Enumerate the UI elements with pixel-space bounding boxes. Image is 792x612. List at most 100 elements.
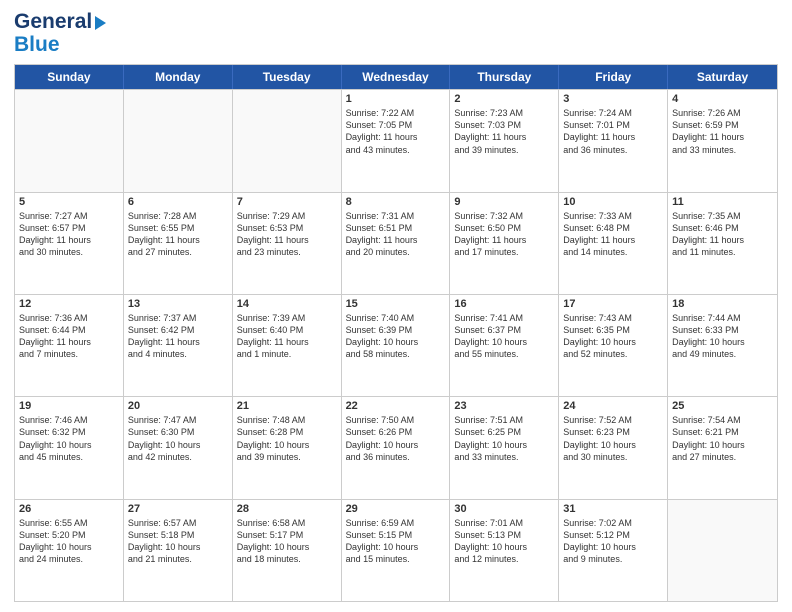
calendar-day-15: 15Sunrise: 7:40 AMSunset: 6:39 PMDayligh… — [342, 295, 451, 396]
day-info-line: and 45 minutes. — [19, 451, 119, 463]
calendar-day-empty — [124, 90, 233, 191]
day-info-line: Daylight: 10 hours — [672, 439, 773, 451]
day-info-line: and 58 minutes. — [346, 348, 446, 360]
day-info-line: Sunrise: 7:54 AM — [672, 414, 773, 426]
calendar-day-2: 2Sunrise: 7:23 AMSunset: 7:03 PMDaylight… — [450, 90, 559, 191]
day-number: 16 — [454, 298, 554, 310]
calendar-header-saturday: Saturday — [668, 65, 777, 89]
day-info-line: Sunset: 5:13 PM — [454, 529, 554, 541]
day-number: 11 — [672, 196, 773, 208]
day-number: 13 — [128, 298, 228, 310]
day-info-line: Sunset: 6:33 PM — [672, 324, 773, 336]
day-info-line: Sunrise: 7:27 AM — [19, 210, 119, 222]
day-number: 28 — [237, 503, 337, 515]
day-info-line: Daylight: 11 hours — [672, 131, 773, 143]
day-info-line: Sunset: 6:39 PM — [346, 324, 446, 336]
day-info-line: and 52 minutes. — [563, 348, 663, 360]
day-info-line: Sunset: 6:53 PM — [237, 222, 337, 234]
day-info-line: Daylight: 11 hours — [237, 336, 337, 348]
day-info-line: Sunset: 7:01 PM — [563, 119, 663, 131]
day-info-line: and 21 minutes. — [128, 553, 228, 565]
day-info-line: and 42 minutes. — [128, 451, 228, 463]
calendar-week-5: 26Sunrise: 6:55 AMSunset: 5:20 PMDayligh… — [15, 499, 777, 601]
day-info-line: and 15 minutes. — [346, 553, 446, 565]
calendar-day-23: 23Sunrise: 7:51 AMSunset: 6:25 PMDayligh… — [450, 397, 559, 498]
day-number: 10 — [563, 196, 663, 208]
day-info-line: Daylight: 11 hours — [346, 234, 446, 246]
calendar-day-25: 25 Sunrise: 7:54 AMSunset: 6:21 PMDayligh… — [668, 397, 777, 498]
day-info-line: Daylight: 10 hours — [346, 541, 446, 553]
day-number: 15 — [346, 298, 446, 310]
day-info-line: and 33 minutes. — [454, 451, 554, 463]
day-info-line: Sunrise: 7:22 AM — [346, 107, 446, 119]
day-info-line: and 39 minutes. — [454, 144, 554, 156]
day-number: 23 — [454, 400, 554, 412]
day-info-line: Sunset: 6:21 PM — [672, 426, 773, 438]
logo-arrow-icon — [95, 16, 106, 30]
day-number: 17 — [563, 298, 663, 310]
day-info-line: and 27 minutes. — [128, 246, 228, 258]
day-info-line: Sunrise: 7:28 AM — [128, 210, 228, 222]
header: General Blue — [14, 10, 778, 56]
calendar-day-11: 11Sunrise: 7:35 AMSunset: 6:46 PMDayligh… — [668, 193, 777, 294]
day-info-line: Sunrise: 7:36 AM — [19, 312, 119, 324]
calendar-day-empty — [15, 90, 124, 191]
day-info-line: Daylight: 10 hours — [128, 439, 228, 451]
day-info-line: Daylight: 10 hours — [128, 541, 228, 553]
day-info-line: Sunrise: 7:46 AM — [19, 414, 119, 426]
day-number: 14 — [237, 298, 337, 310]
day-info-line: Daylight: 11 hours — [346, 131, 446, 143]
calendar-day-28: 28Sunrise: 6:58 AMSunset: 5:17 PMDayligh… — [233, 500, 342, 601]
day-info-line: and 36 minutes. — [346, 451, 446, 463]
calendar-week-4: 19Sunrise: 7:46 AMSunset: 6:32 PMDayligh… — [15, 396, 777, 498]
day-info-line: Daylight: 11 hours — [454, 234, 554, 246]
calendar-day-31: 31Sunrise: 7:02 AMSunset: 5:12 PMDayligh… — [559, 500, 668, 601]
day-info-line: Daylight: 11 hours — [128, 234, 228, 246]
calendar-day-16: 16Sunrise: 7:41 AMSunset: 6:37 PMDayligh… — [450, 295, 559, 396]
day-number: 21 — [237, 400, 337, 412]
day-info-line: Sunset: 5:20 PM — [19, 529, 119, 541]
day-number: 31 — [563, 503, 663, 515]
calendar-day-19: 19Sunrise: 7:46 AMSunset: 6:32 PMDayligh… — [15, 397, 124, 498]
day-info-line: Daylight: 10 hours — [454, 336, 554, 348]
day-info-line: and 1 minute. — [237, 348, 337, 360]
calendar-week-2: 5Sunrise: 7:27 AMSunset: 6:57 PMDaylight… — [15, 192, 777, 294]
day-number: 3 — [563, 93, 663, 105]
calendar-day-30: 30Sunrise: 7:01 AMSunset: 5:13 PMDayligh… — [450, 500, 559, 601]
calendar-day-29: 29Sunrise: 6:59 AMSunset: 5:15 PMDayligh… — [342, 500, 451, 601]
day-number: 29 — [346, 503, 446, 515]
day-info-line: Sunset: 5:15 PM — [346, 529, 446, 541]
day-info-line: Daylight: 11 hours — [237, 234, 337, 246]
day-number: 8 — [346, 196, 446, 208]
page: General Blue SundayMondayTuesdayWednesda… — [0, 0, 792, 612]
day-info-line: Sunset: 6:55 PM — [128, 222, 228, 234]
day-number: 4 — [672, 93, 773, 105]
calendar-day-26: 26Sunrise: 6:55 AMSunset: 5:20 PMDayligh… — [15, 500, 124, 601]
day-info-line: Sunrise: 7:48 AM — [237, 414, 337, 426]
day-info-line: and 17 minutes. — [454, 246, 554, 258]
calendar-day-6: 6Sunrise: 7:28 AMSunset: 6:55 PMDaylight… — [124, 193, 233, 294]
calendar-day-10: 10Sunrise: 7:33 AMSunset: 6:48 PMDayligh… — [559, 193, 668, 294]
day-info-line: Daylight: 10 hours — [672, 336, 773, 348]
day-info-line: Sunrise: 6:58 AM — [237, 517, 337, 529]
day-number: 30 — [454, 503, 554, 515]
day-number: 2 — [454, 93, 554, 105]
day-number: 22 — [346, 400, 446, 412]
calendar-day-empty — [668, 500, 777, 601]
calendar-day-8: 8Sunrise: 7:31 AMSunset: 6:51 PMDaylight… — [342, 193, 451, 294]
day-info-line: Sunset: 6:32 PM — [19, 426, 119, 438]
calendar-day-22: 22Sunrise: 7:50 AMSunset: 6:26 PMDayligh… — [342, 397, 451, 498]
day-info-line: Daylight: 11 hours — [19, 336, 119, 348]
day-number: 1 — [346, 93, 446, 105]
day-info-line: Daylight: 10 hours — [563, 336, 663, 348]
day-number: 26 — [19, 503, 119, 515]
day-number: 25 — [672, 400, 773, 412]
day-info-line: Sunset: 6:57 PM — [19, 222, 119, 234]
day-info-line: Sunset: 6:59 PM — [672, 119, 773, 131]
day-info-line: Sunrise: 7:24 AM — [563, 107, 663, 119]
day-info-line: Sunset: 6:35 PM — [563, 324, 663, 336]
day-info-line: Daylight: 11 hours — [672, 234, 773, 246]
day-info-line: Sunset: 6:37 PM — [454, 324, 554, 336]
calendar-day-27: 27Sunrise: 6:57 AMSunset: 5:18 PMDayligh… — [124, 500, 233, 601]
calendar-day-21: 21Sunrise: 7:48 AMSunset: 6:28 PMDayligh… — [233, 397, 342, 498]
